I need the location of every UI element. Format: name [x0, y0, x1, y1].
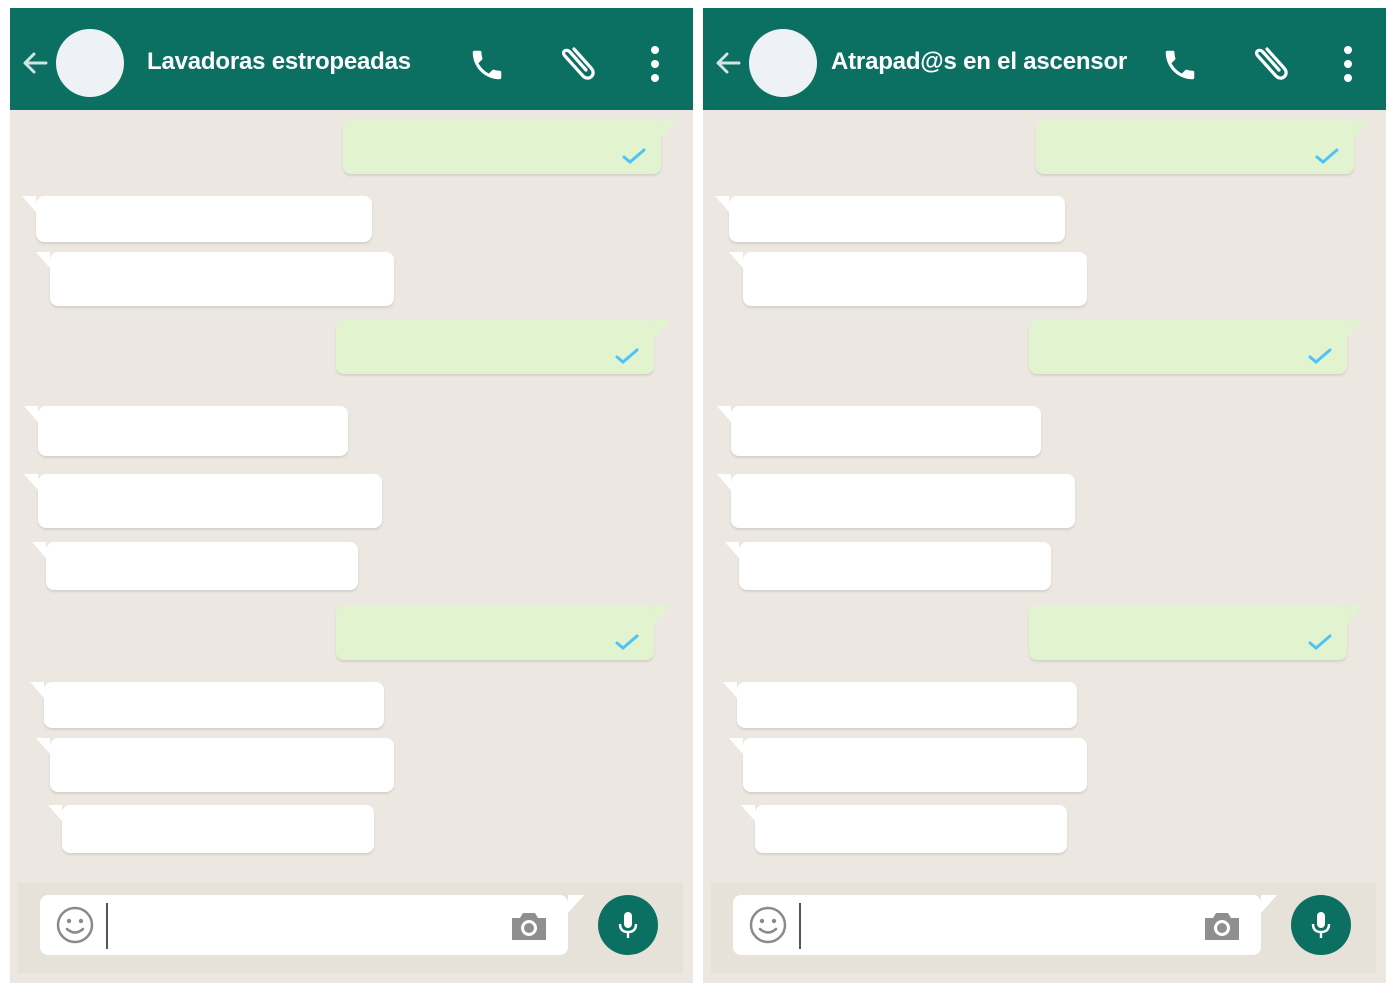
- chat-panel-right: Atrapad@s en el ascensor: [703, 8, 1386, 983]
- camera-icon[interactable]: [508, 909, 550, 943]
- chat-panel-left: Lavadoras estropeadas: [10, 8, 693, 983]
- check-icon: [1307, 348, 1333, 364]
- phone-icon[interactable]: [468, 46, 506, 84]
- message-input[interactable]: [799, 903, 1199, 949]
- outgoing-message[interactable]: [343, 120, 677, 174]
- chat-title[interactable]: Lavadoras estropeadas: [147, 48, 411, 76]
- avatar[interactable]: [749, 29, 817, 97]
- more-vertical-icon[interactable]: [648, 44, 662, 84]
- incoming-message[interactable]: [717, 406, 1041, 456]
- more-vertical-icon[interactable]: [1341, 44, 1355, 84]
- check-icon: [621, 148, 647, 164]
- incoming-message[interactable]: [36, 738, 394, 792]
- check-icon: [614, 634, 640, 650]
- message-input[interactable]: [106, 903, 506, 949]
- incoming-message[interactable]: [729, 252, 1087, 306]
- chat-title[interactable]: Atrapad@s en el ascensor: [831, 48, 1127, 76]
- paperclip-icon[interactable]: [1249, 40, 1291, 88]
- microphone-icon: [618, 912, 638, 938]
- outgoing-message[interactable]: [1029, 320, 1363, 374]
- incoming-message[interactable]: [741, 805, 1067, 853]
- incoming-message[interactable]: [715, 196, 1065, 242]
- compose-bar: [711, 883, 1376, 973]
- outgoing-message[interactable]: [336, 320, 670, 374]
- outgoing-message[interactable]: [336, 606, 670, 660]
- incoming-message[interactable]: [24, 474, 382, 528]
- outgoing-message[interactable]: [1029, 606, 1363, 660]
- incoming-message[interactable]: [48, 805, 374, 853]
- phone-icon[interactable]: [1161, 46, 1199, 84]
- incoming-message[interactable]: [725, 542, 1051, 590]
- microphone-icon: [1311, 912, 1331, 938]
- check-icon: [1314, 148, 1340, 164]
- incoming-message[interactable]: [36, 252, 394, 306]
- incoming-message[interactable]: [30, 682, 384, 728]
- paperclip-icon[interactable]: [556, 40, 598, 88]
- camera-icon[interactable]: [1201, 909, 1243, 943]
- mic-button[interactable]: [1291, 895, 1351, 955]
- incoming-message[interactable]: [729, 738, 1087, 792]
- chat-header: Atrapad@s en el ascensor: [703, 8, 1386, 110]
- compose-box: [40, 895, 584, 955]
- arrow-left-icon[interactable]: [20, 48, 50, 78]
- compose-bar: [18, 883, 683, 973]
- check-icon: [1307, 634, 1333, 650]
- incoming-message[interactable]: [22, 196, 372, 242]
- incoming-message[interactable]: [723, 682, 1077, 728]
- compose-box: [733, 895, 1277, 955]
- incoming-message[interactable]: [32, 542, 358, 590]
- check-icon: [614, 348, 640, 364]
- smiley-icon[interactable]: [54, 904, 96, 946]
- avatar[interactable]: [56, 29, 124, 97]
- mic-button[interactable]: [598, 895, 658, 955]
- incoming-message[interactable]: [717, 474, 1075, 528]
- smiley-icon[interactable]: [747, 904, 789, 946]
- incoming-message[interactable]: [24, 406, 348, 456]
- outgoing-message[interactable]: [1036, 120, 1370, 174]
- arrow-left-icon[interactable]: [713, 48, 743, 78]
- chat-header: Lavadoras estropeadas: [10, 8, 693, 110]
